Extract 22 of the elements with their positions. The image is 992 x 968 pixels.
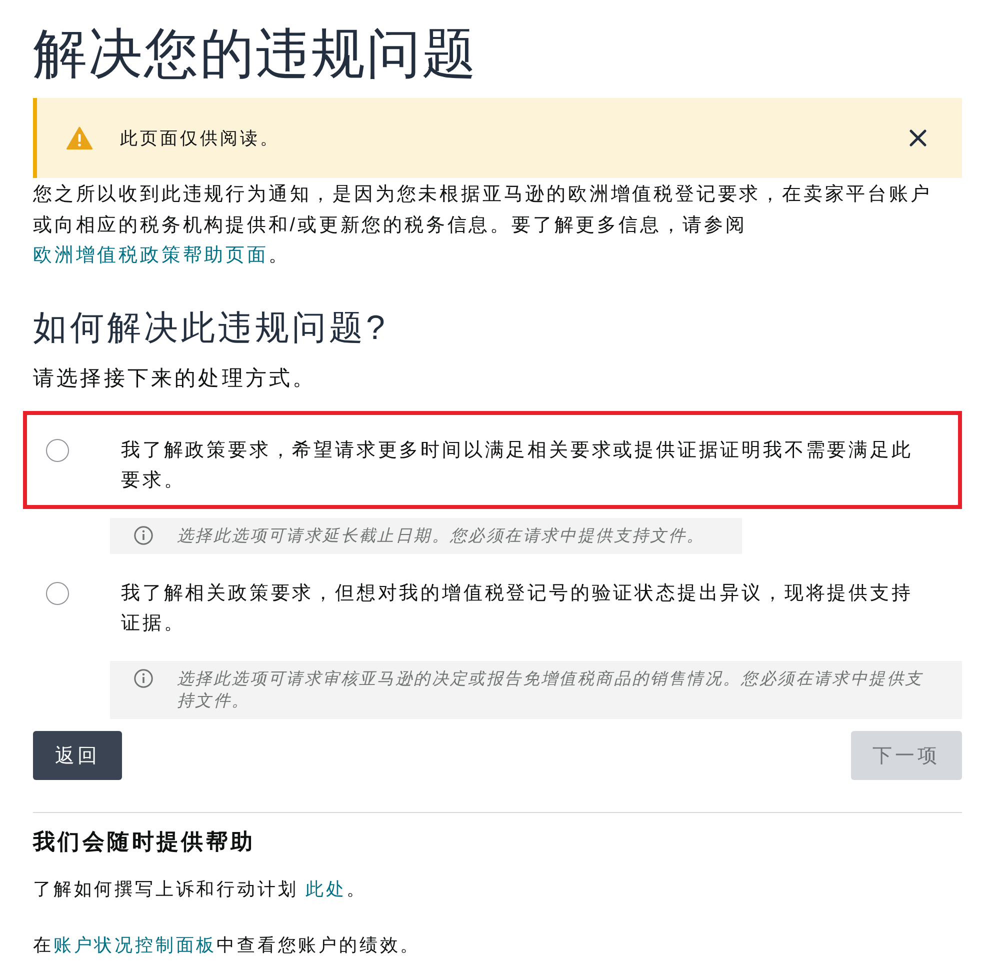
radio-button[interactable] bbox=[46, 438, 69, 462]
page-title: 解决您的违规问题 bbox=[33, 23, 479, 86]
inline-link[interactable]: 欧洲增值税政策帮助页面 bbox=[33, 245, 268, 266]
help-heading: 我们会随时提供帮助 bbox=[33, 828, 256, 856]
help-text: 了解如何撰写上诉和行动计划 此处。 bbox=[33, 878, 368, 900]
inline-link[interactable]: 账户状况控制面板 bbox=[53, 934, 217, 954]
intro-paragraph: 您之所以收到此违规行为通知，是因为您未根据亚马逊的欧洲增值税登记要求，在卖家平台账户或向相应的税务机构提供和/或更新您的税务信息。要了解更多信息，请参阅 欧洲增值税政策帮助页面。 bbox=[33, 183, 933, 268]
info-icon bbox=[134, 669, 153, 688]
option-label: 我了解政策要求，希望请求更多时间以满足相关要求或提供证据证明我不需要满足此要求。 bbox=[121, 438, 914, 492]
close-icon[interactable] bbox=[908, 128, 928, 148]
option-label: 我了解相关政策要求，但想对我的增值税登记号的验证状态提出异议，现将提供支持证据。 bbox=[121, 582, 914, 636]
back-button[interactable]: 返回 bbox=[33, 730, 122, 780]
warning-icon bbox=[66, 126, 93, 150]
help-text: 在 账户状况控制面板 中查看您账户的绩效。 bbox=[33, 934, 422, 956]
inline-link[interactable]: 此处 bbox=[306, 878, 346, 898]
hint-text: 选择此选项可请求审核亚马逊的决定或报告免增值税商品的销售情况。您必须在请求中提供支持文件。 bbox=[177, 668, 924, 712]
section-heading: 如何解决此违规问题? bbox=[33, 308, 389, 348]
radio-button[interactable] bbox=[46, 582, 69, 604]
alert-text: 此页面仅供阅读。 bbox=[120, 127, 281, 150]
prompt-text: 请选择接下来的处理方式。 bbox=[33, 366, 318, 392]
hint-text: 选择此选项可请求延长截止日期。您必须在请求中提供支持文件。 bbox=[177, 526, 705, 546]
info-icon bbox=[134, 526, 153, 545]
